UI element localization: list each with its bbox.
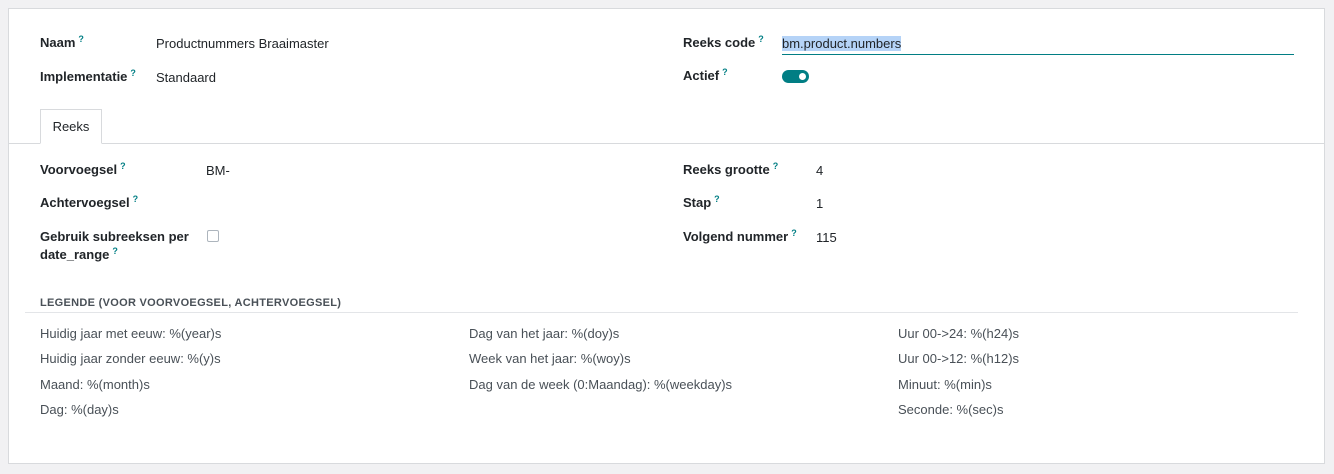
reeks-grootte-help-icon[interactable]: ? bbox=[773, 161, 779, 171]
implementatie-help-icon[interactable]: ? bbox=[130, 68, 136, 78]
subreeksen-checkbox[interactable] bbox=[207, 230, 219, 242]
legend-item: Seconde: %(sec)s bbox=[898, 402, 1004, 417]
naam-help-icon[interactable]: ? bbox=[78, 34, 84, 44]
toggle-knob bbox=[799, 73, 806, 80]
achtervoegsel-label: Achtervoegsel? bbox=[40, 193, 139, 210]
legend-item: Week van het jaar: %(woy)s bbox=[469, 351, 631, 366]
legend-title: LEGENDE (VOOR VOORVOEGSEL, ACHTERVOEGSEL… bbox=[40, 297, 342, 309]
volgend-nummer-value[interactable]: 115 bbox=[816, 230, 837, 245]
subreeksen-label: Gebruik subreeksen per date_range? bbox=[40, 229, 189, 262]
reeks-code-label: Reeks code? bbox=[683, 33, 764, 50]
volgend-nummer-label: Volgend nummer? bbox=[683, 227, 797, 244]
stap-help-icon[interactable]: ? bbox=[714, 194, 720, 204]
form-sheet: Naam? Productnummers Braaimaster Impleme… bbox=[8, 8, 1325, 464]
naam-value[interactable]: Productnummers Braaimaster bbox=[156, 36, 329, 51]
legend-item: Dag van het jaar: %(doy)s bbox=[469, 326, 620, 341]
subreeksen-help-icon[interactable]: ? bbox=[112, 246, 118, 256]
reeks-code-selected-text: bm.product.numbers bbox=[782, 36, 902, 51]
reeks-code-underline bbox=[782, 54, 1294, 55]
implementatie-value[interactable]: Standaard bbox=[156, 70, 216, 85]
reeks-code-input[interactable]: bm.product.numbers bbox=[782, 36, 902, 51]
volgend-nummer-help-icon[interactable]: ? bbox=[791, 228, 797, 238]
achtervoegsel-help-icon[interactable]: ? bbox=[133, 194, 139, 204]
legend-item: Dag van de week (0:Maandag): %(weekday)s bbox=[469, 377, 733, 392]
actief-label: Actief? bbox=[683, 66, 728, 83]
legend-item: Uur 00->12: %(h12)s bbox=[898, 351, 1020, 366]
voorvoegsel-label: Voorvoegsel? bbox=[40, 160, 126, 177]
voorvoegsel-value[interactable]: BM- bbox=[206, 163, 230, 178]
legend-item: Maand: %(month)s bbox=[40, 377, 150, 392]
tab-divider bbox=[9, 143, 1324, 144]
legend-item: Uur 00->24: %(h24)s bbox=[898, 326, 1020, 341]
legend-item: Minuut: %(min)s bbox=[898, 377, 992, 392]
reeks-code-help-icon[interactable]: ? bbox=[758, 34, 764, 44]
legend-item: Dag: %(day)s bbox=[40, 402, 119, 417]
actief-help-icon[interactable]: ? bbox=[722, 67, 728, 77]
stap-value[interactable]: 1 bbox=[816, 196, 823, 211]
stap-label: Stap? bbox=[683, 193, 720, 210]
legend-divider bbox=[25, 312, 1298, 313]
voorvoegsel-help-icon[interactable]: ? bbox=[120, 161, 126, 171]
tab-reeks[interactable]: Reeks bbox=[40, 109, 102, 144]
actief-toggle[interactable] bbox=[782, 70, 809, 83]
reeks-grootte-label: Reeks grootte? bbox=[683, 160, 779, 177]
naam-label: Naam? bbox=[40, 33, 84, 50]
reeks-grootte-value[interactable]: 4 bbox=[816, 163, 823, 178]
legend-item: Huidig jaar met eeuw: %(year)s bbox=[40, 326, 222, 341]
implementatie-label: Implementatie? bbox=[40, 67, 136, 84]
legend-item: Huidig jaar zonder eeuw: %(y)s bbox=[40, 351, 221, 366]
